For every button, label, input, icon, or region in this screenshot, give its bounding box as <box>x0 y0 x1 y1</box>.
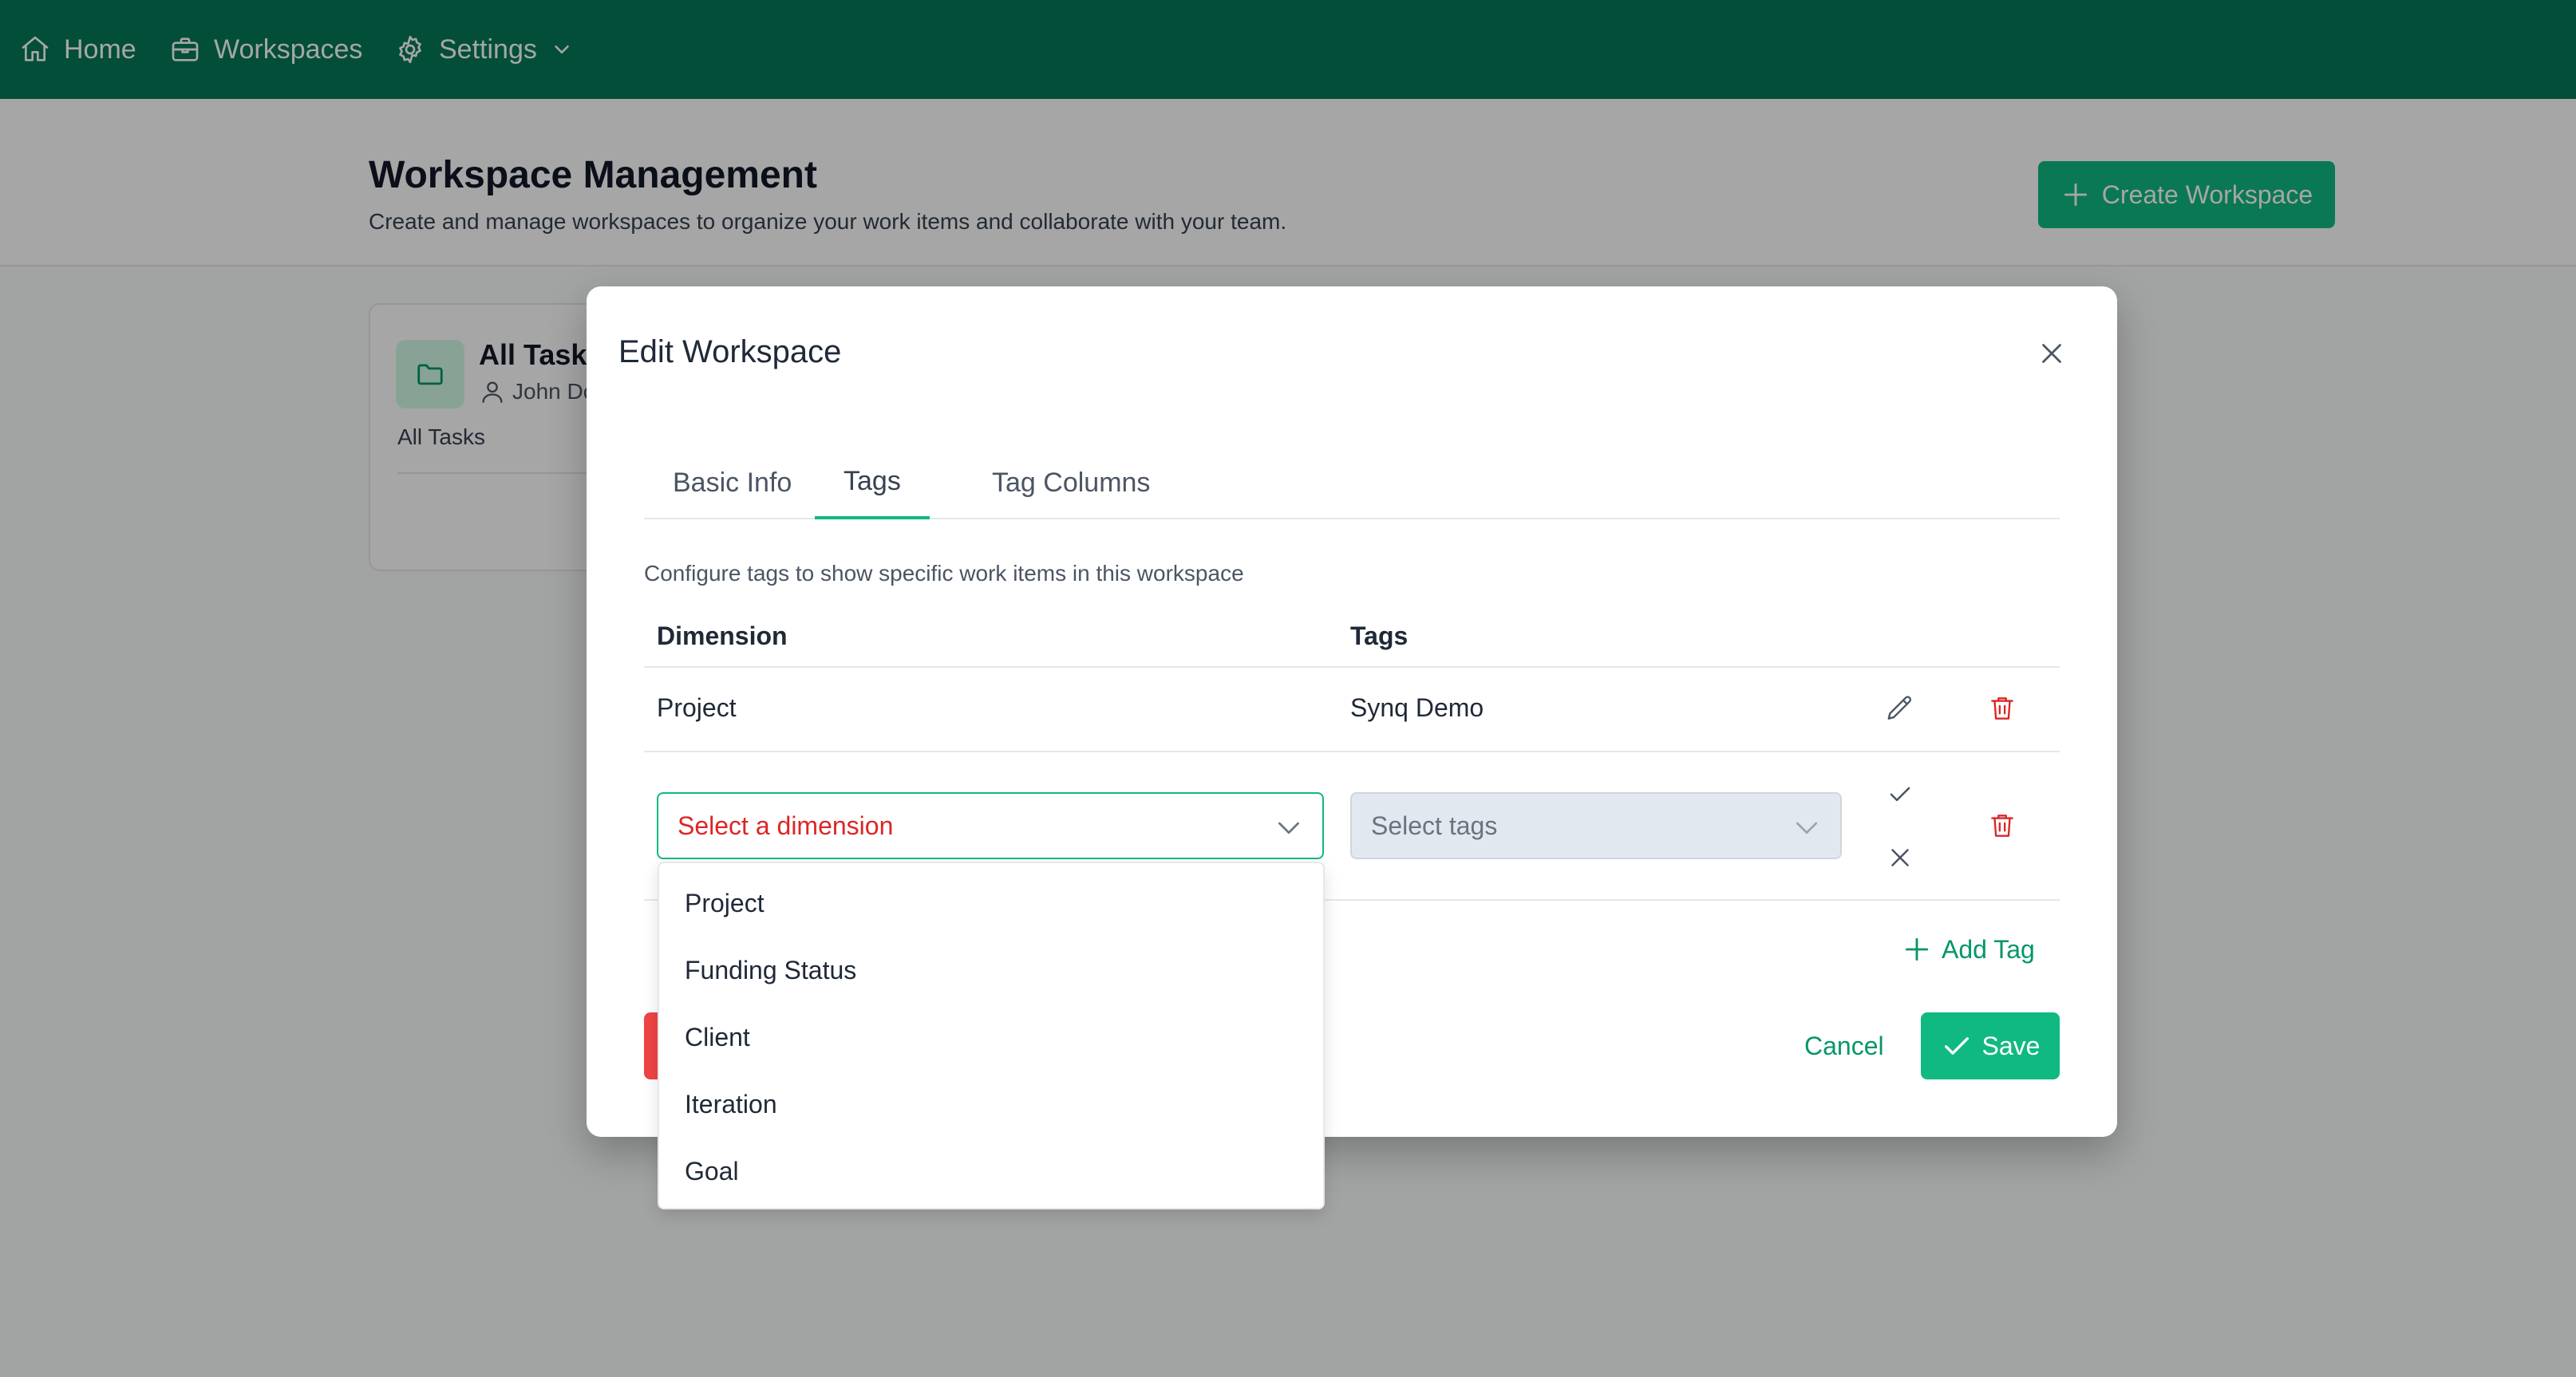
divider <box>644 666 2060 668</box>
dropdown-option-client[interactable]: Client <box>659 1004 1323 1071</box>
check-icon <box>1941 1030 1973 1062</box>
add-tag-button[interactable]: Add Tag <box>1902 934 2035 965</box>
trash-icon <box>1987 811 2017 841</box>
tags-description: Configure tags to show specific work ite… <box>644 561 1244 586</box>
cancel-row-button[interactable] <box>1879 837 1921 878</box>
modal-title: Edit Workspace <box>618 334 842 369</box>
edit-row-button[interactable] <box>1879 688 1921 729</box>
trash-icon <box>1987 693 2017 724</box>
chevron-down-icon <box>1273 811 1305 843</box>
row-tags: Synq Demo <box>1350 693 1484 722</box>
row-dimension: Project <box>657 693 737 722</box>
delete-new-row-button[interactable] <box>1981 805 2023 846</box>
check-icon <box>1885 779 1915 809</box>
add-tag-label: Add Tag <box>1942 934 2035 964</box>
dropdown-option-goal[interactable]: Goal <box>659 1138 1323 1205</box>
cancel-button[interactable]: Cancel <box>1804 1012 1884 1079</box>
dropdown-option-funding-status[interactable]: Funding Status <box>659 937 1323 1004</box>
modal-tabs: Basic Info Tags Tag Columns <box>644 446 2060 519</box>
save-button[interactable]: Save <box>1921 1012 2060 1079</box>
save-label: Save <box>1981 1031 2041 1060</box>
close-button[interactable] <box>2033 334 2071 373</box>
tags-select[interactable]: Select tags <box>1350 792 1842 859</box>
column-header-tags: Tags <box>1350 621 1409 650</box>
dimension-select[interactable]: Select a dimension <box>657 792 1324 859</box>
confirm-row-button[interactable] <box>1879 773 1921 815</box>
tab-tags[interactable]: Tags <box>815 446 930 519</box>
tab-basic-info[interactable]: Basic Info <box>644 446 820 519</box>
dimension-dropdown: Project Funding Status Client Iteration … <box>658 862 1325 1209</box>
delete-row-button[interactable] <box>1981 688 2023 729</box>
divider <box>644 751 2060 752</box>
column-header-dimension: Dimension <box>657 621 788 650</box>
dropdown-option-iteration[interactable]: Iteration <box>659 1071 1323 1138</box>
close-icon <box>2037 339 2066 368</box>
plus-icon <box>1902 934 1932 965</box>
close-icon <box>1885 842 1915 873</box>
pencil-icon <box>1885 693 1915 724</box>
dropdown-option-project[interactable]: Project <box>659 870 1323 937</box>
tags-select-placeholder: Select tags <box>1371 811 1498 840</box>
tab-tag-columns[interactable]: Tag Columns <box>963 446 1179 519</box>
dimension-select-placeholder: Select a dimension <box>678 811 894 840</box>
chevron-down-icon <box>1791 811 1823 843</box>
